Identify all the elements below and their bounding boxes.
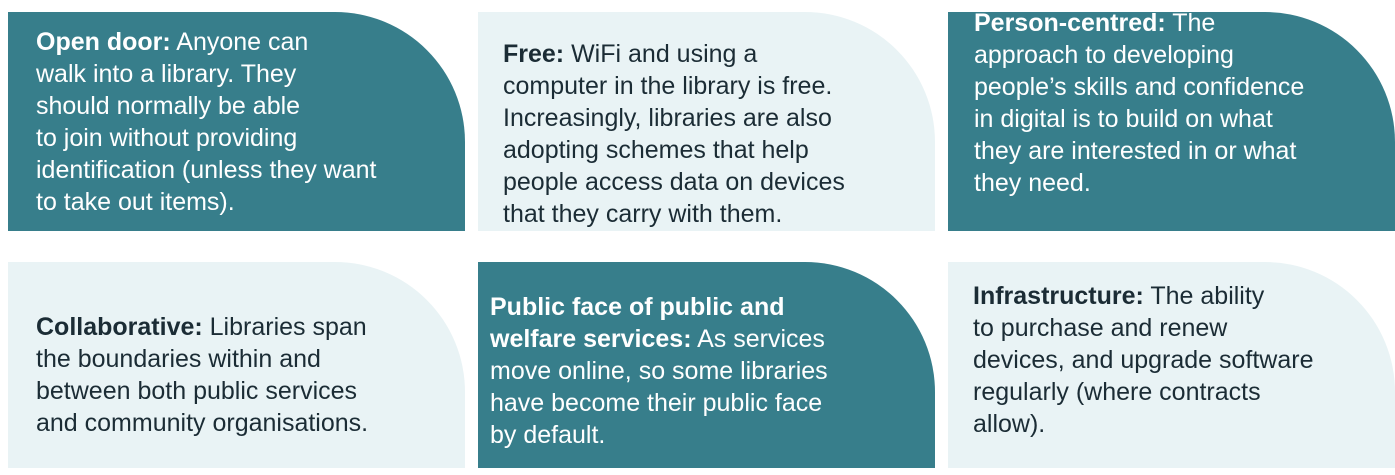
card-description: Anyone can walk into a library. They sho… [36, 28, 377, 216]
card-free: Free: WiFi and using a computer in the l… [478, 12, 935, 231]
card-term: Collaborative: [36, 313, 203, 341]
card-text: Public face of public and welfare servic… [490, 291, 828, 451]
card-text: Free: WiFi and using a computer in the l… [503, 38, 845, 230]
card-public-face: Public face of public and welfare servic… [478, 262, 935, 468]
card-term: Open door: [36, 28, 171, 56]
card-text: Infrastructure: The ability to purchase … [973, 280, 1314, 440]
card-infrastructure: Infrastructure: The ability to purchase … [948, 262, 1395, 468]
card-text: Open door: Anyone can walk into a librar… [36, 26, 376, 218]
card-description: The approach to developing people’s skil… [974, 9, 1305, 197]
card-description: WiFi and using a computer in the library… [503, 40, 845, 228]
card-term: Free: [503, 40, 565, 68]
card-text: Collaborative: Libraries span the bounda… [36, 311, 368, 439]
card-text: Person-centred: The approach to developi… [974, 7, 1304, 199]
card-person-centred: Person-centred: The approach to developi… [948, 9, 1395, 231]
card-open-door: Open door: Anyone can walk into a librar… [8, 12, 465, 231]
card-collaborative: Collaborative: Libraries span the bounda… [8, 262, 465, 468]
card-term: Infrastructure: [973, 282, 1144, 310]
card-term: Person-centred: [974, 9, 1166, 37]
